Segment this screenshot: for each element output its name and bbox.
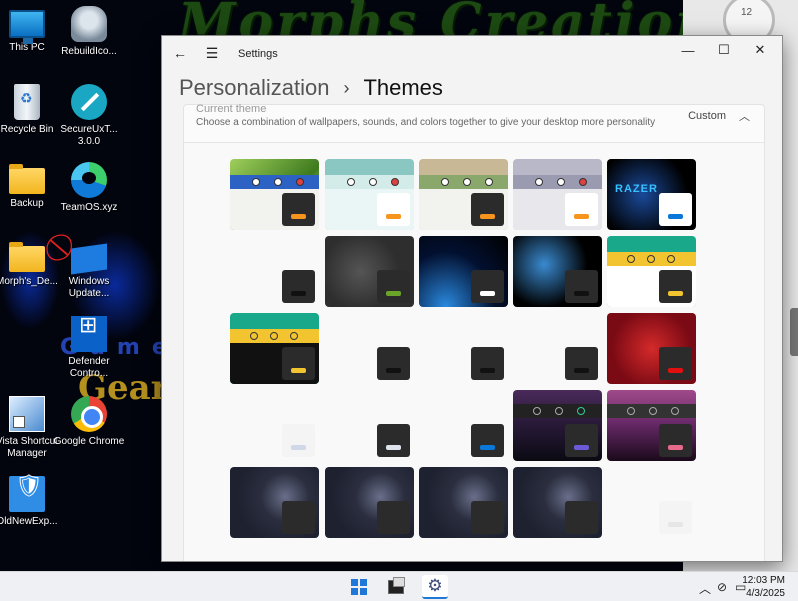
theme-tile[interactable]	[513, 236, 602, 307]
folder-icon	[9, 242, 45, 272]
theme-tile[interactable]	[419, 236, 508, 307]
theme-tile[interactable]	[325, 159, 414, 230]
theme-tile[interactable]	[419, 313, 508, 384]
theme-preview-window	[659, 424, 692, 457]
theme-preview-window	[471, 501, 504, 534]
theme-preview-window	[377, 501, 410, 534]
desktop-icon-rebuild[interactable]: RebuildIco...	[50, 6, 128, 58]
desktop-icon-teamos[interactable]: TeamOS.xyz	[50, 162, 128, 214]
theme-tile[interactable]	[230, 313, 319, 384]
minimize-button[interactable]: —	[670, 38, 706, 62]
theme-grid: RAZER	[183, 142, 765, 561]
task-view-icon[interactable]	[383, 575, 409, 599]
shield-icon	[9, 476, 45, 512]
theme-tile[interactable]	[230, 159, 319, 230]
theme-preview-window	[282, 347, 315, 380]
theme-preview-window	[377, 270, 410, 303]
theme-tile[interactable]	[513, 390, 602, 461]
theme-tile[interactable]	[607, 313, 696, 384]
desktop-icon-windows-update[interactable]: Windows Update...	[50, 240, 128, 300]
close-button[interactable]: ✕	[742, 38, 778, 62]
theme-tile[interactable]	[607, 390, 696, 461]
theme-tile[interactable]	[325, 390, 414, 461]
theme-tile[interactable]	[325, 236, 414, 307]
theme-tile[interactable]	[325, 313, 414, 384]
edge-icon	[71, 162, 107, 198]
monitor-icon	[9, 10, 45, 44]
chrome-icon	[71, 396, 107, 432]
theme-tile[interactable]	[607, 467, 696, 538]
theme-tile[interactable]	[325, 467, 414, 538]
app-title: Settings	[238, 48, 278, 60]
theme-tile[interactable]	[230, 236, 319, 307]
theme-preview-window	[377, 347, 410, 380]
theme-preview-window	[282, 270, 315, 303]
folder-icon	[9, 164, 45, 194]
theme-preview-window	[471, 270, 504, 303]
theme-preview-window	[282, 193, 315, 226]
theme-preview-window	[471, 424, 504, 457]
maximize-button[interactable]: ☐	[706, 38, 742, 62]
settings-window: ← ☰ Settings — ☐ ✕ Personalization › The…	[161, 35, 783, 562]
title-bar[interactable]: ← ☰ Settings — ☐ ✕	[162, 36, 782, 70]
theme-preview-window	[565, 501, 598, 534]
scroll-handle[interactable]	[790, 308, 798, 356]
settings-icon[interactable]: ⚙	[422, 575, 448, 599]
theme-preview-window	[377, 193, 410, 226]
theme-preview-window	[565, 193, 598, 226]
desktop-icon-defender[interactable]: Defender Contro...	[50, 316, 128, 380]
recycle-bin-icon	[14, 84, 40, 120]
razer-logo-icon: RAZER	[615, 183, 658, 195]
breadcrumb: Personalization › Themes	[179, 73, 443, 103]
theme-preview-window	[471, 347, 504, 380]
theme-tile[interactable]	[419, 159, 508, 230]
current-theme-title: Current theme	[196, 103, 267, 115]
windows-update-blocked-icon	[71, 243, 107, 275]
theme-preview-window	[659, 270, 692, 303]
theme-preview-window	[565, 424, 598, 457]
back-arrow-icon[interactable]: ←	[167, 40, 193, 66]
breadcrumb-separator: ›	[343, 77, 350, 98]
current-theme-header[interactable]: Current theme Choose a combination of wa…	[183, 103, 765, 142]
desktop-icon-oldnewexp[interactable]: OldNewExp...	[0, 476, 66, 528]
system-clock[interactable]: 12:03 PM 4/3/2025	[742, 574, 785, 600]
brush-icon	[71, 84, 107, 120]
theme-preview-window	[565, 270, 598, 303]
page-title: Themes	[363, 75, 443, 100]
theme-preview-window	[659, 347, 692, 380]
start-icon[interactable]	[346, 575, 372, 599]
current-theme-value: Custom	[688, 110, 726, 122]
desktop-icon-chrome[interactable]: Google Chrome	[50, 396, 128, 448]
shortcut-manager-icon	[9, 396, 45, 432]
theme-tile[interactable]	[607, 236, 696, 307]
hamburger-menu-icon[interactable]: ☰	[199, 40, 225, 66]
theme-preview-window	[282, 424, 315, 457]
theme-preview-window	[282, 501, 315, 534]
robot-icon	[71, 6, 107, 42]
taskbar: ⚙ ︿ ⊘ ▭ 12:03 PM 4/3/2025	[0, 571, 798, 601]
theme-tile[interactable]	[419, 467, 508, 538]
theme-tile[interactable]: RAZER	[607, 159, 696, 230]
clock-date: 4/3/2025	[746, 588, 785, 599]
breadcrumb-parent[interactable]: Personalization	[179, 75, 329, 101]
network-icon[interactable]: ⊘	[717, 580, 727, 594]
theme-preview-window	[471, 193, 504, 226]
defender-icon	[71, 316, 107, 352]
theme-tile[interactable]	[230, 390, 319, 461]
theme-tile[interactable]	[513, 467, 602, 538]
theme-tile[interactable]	[513, 313, 602, 384]
theme-preview-window	[659, 193, 692, 226]
chevron-up-icon[interactable]: ︿	[699, 580, 711, 597]
theme-preview-window	[377, 424, 410, 457]
theme-preview-window	[565, 347, 598, 380]
theme-tile[interactable]	[513, 159, 602, 230]
current-theme-description: Choose a combination of wallpapers, soun…	[196, 117, 656, 128]
clock-time: 12:03 PM	[742, 575, 785, 586]
desktop-icon-secureuxt[interactable]: SecureUxT... 3.0.0	[50, 84, 128, 148]
theme-tile[interactable]	[230, 467, 319, 538]
theme-tile[interactable]	[419, 390, 508, 461]
chevron-up-icon: ︿	[739, 111, 750, 123]
theme-preview-window	[659, 501, 692, 534]
